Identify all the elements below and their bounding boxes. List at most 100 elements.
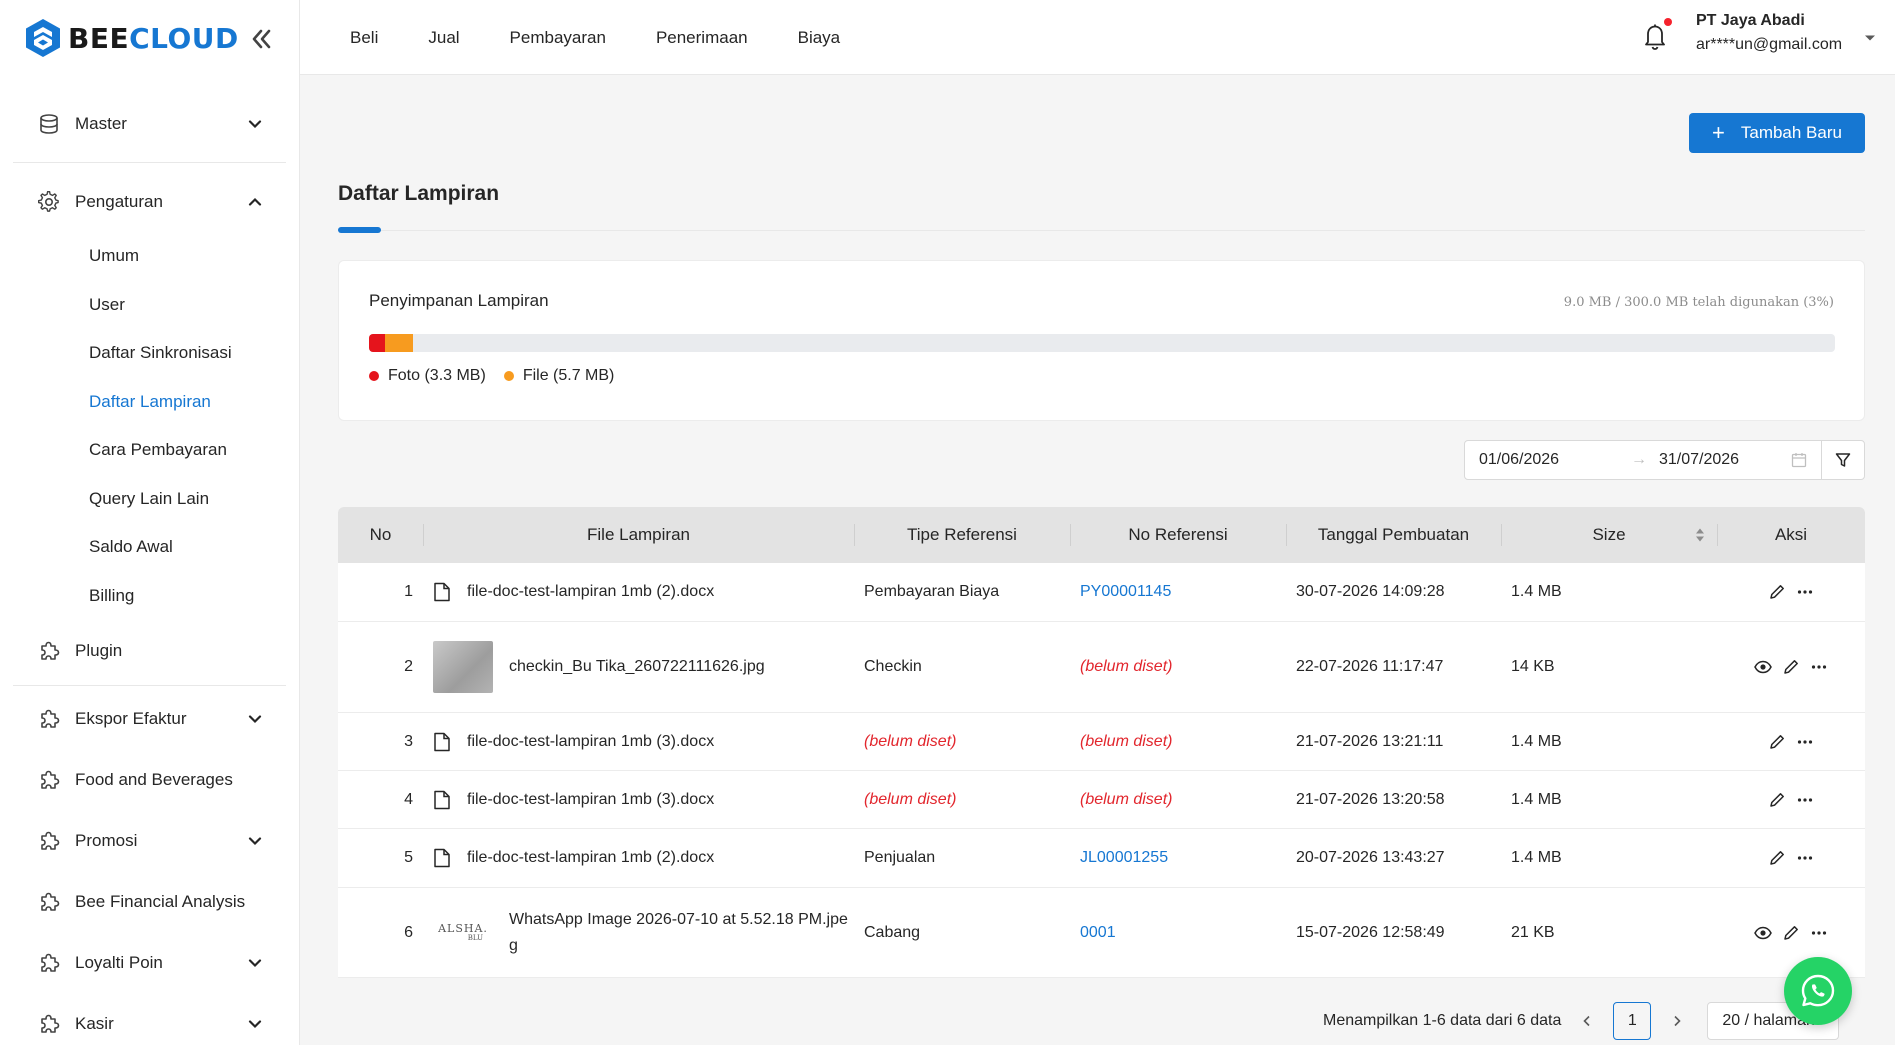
sidebar-subitem-saldo-awal[interactable]: Saldo Awal	[13, 523, 286, 572]
cell-size: 1.4 MB	[1511, 849, 1562, 866]
edit-icon[interactable]	[1768, 791, 1786, 809]
filter-button[interactable]	[1821, 440, 1865, 480]
sidebar-item-master[interactable]: Master	[13, 93, 286, 154]
topnav-beli[interactable]: Beli	[350, 28, 378, 48]
cell-tanggal: 21-07-2026 13:21:11	[1296, 732, 1444, 750]
cell-tanggal: 20-07-2026 13:43:27	[1296, 849, 1445, 866]
edit-icon[interactable]	[1768, 733, 1786, 751]
company-name: PT Jaya Abadi	[1696, 12, 1805, 29]
image-thumbnail[interactable]	[433, 641, 493, 693]
file-icon	[434, 790, 450, 809]
pagination: Menampilkan 1-6 data dari 6 data 1 20 / …	[1323, 1002, 1840, 1040]
more-icon[interactable]	[1796, 849, 1814, 867]
reference-unset: (belum diset)	[1080, 732, 1173, 750]
prev-page-icon[interactable]	[1575, 1009, 1599, 1033]
storage-progress-bar	[369, 334, 1835, 352]
sidebar-item-bee-financial-analysis[interactable]: Bee Financial Analysis	[13, 871, 286, 932]
brand-name: BEECLOUD	[68, 21, 239, 55]
sidebar-subitem-umum[interactable]: Umum	[13, 232, 286, 281]
whatsapp-icon	[1801, 974, 1835, 1007]
sidebar-item-ekspor-efaktur[interactable]: Ekspor Efaktur	[13, 688, 286, 749]
sidebar-item-plugin[interactable]: Plugin	[13, 620, 286, 681]
topnav-pembayaran[interactable]: Pembayaran	[510, 28, 606, 48]
user-menu[interactable]: PT Jaya Abadi ar****un@gmail.com	[1696, 12, 1842, 54]
caret-down-icon[interactable]	[1864, 34, 1876, 42]
reference-unset: (belum diset)	[1080, 658, 1173, 675]
sidebar-item-label: Food and Beverages	[75, 769, 233, 789]
sidebar-subitem-daftar-sinkronisasi[interactable]: Daftar Sinkronisasi	[13, 329, 286, 378]
reference-unset: (belum diset)	[1080, 790, 1173, 808]
col-tipe: Tipe Referensi	[854, 507, 1070, 563]
sidebar-item-promosi[interactable]: Promosi	[13, 810, 286, 871]
sidebar-subitem-query-lain-lain[interactable]: Query Lain Lain	[13, 475, 286, 524]
legend-dot-foto	[369, 371, 379, 381]
cell-size: 21 KB	[1511, 923, 1555, 941]
storage-title: Penyimpanan Lampiran	[369, 291, 549, 310]
edit-icon[interactable]	[1768, 583, 1786, 601]
reference-link[interactable]: 0001	[1080, 924, 1116, 942]
puzzle-icon	[37, 707, 61, 731]
whatsapp-chat-button[interactable]	[1784, 957, 1852, 1025]
reference-link[interactable]: PY00001145	[1080, 583, 1171, 601]
storage-usage: 9.0 MB / 300.0 MB telah digunakan (3%)	[1563, 295, 1834, 310]
more-icon[interactable]	[1796, 733, 1814, 751]
page-1-button[interactable]: 1	[1613, 1002, 1652, 1040]
edit-icon[interactable]	[1782, 658, 1800, 676]
sidebar-subitem-cara-pembayaran[interactable]: Cara Pembayaran	[13, 426, 286, 475]
end-date[interactable]: 31/07/2026	[1659, 451, 1789, 469]
start-date[interactable]: 01/06/2026	[1479, 451, 1611, 469]
eye-icon[interactable]	[1754, 924, 1772, 942]
legend-file: File (5.7 MB)	[503, 367, 614, 385]
legend-foto: Foto (3.3 MB)	[369, 367, 486, 385]
more-icon[interactable]	[1810, 658, 1828, 676]
title-divider	[338, 230, 1865, 231]
next-page-icon[interactable]	[1665, 1009, 1689, 1033]
cell-actions	[1717, 849, 1865, 867]
sidebar-subitem-user[interactable]: User	[13, 281, 286, 330]
filter-icon	[1835, 453, 1851, 467]
file-name: WhatsApp Image 2026-07-10 at 5.52.18 PM.…	[509, 910, 848, 954]
sidebar-item-loyalti-poin[interactable]: Loyalti Poin	[13, 932, 286, 993]
sidebar-subitem-daftar-lampiran[interactable]: Daftar Lampiran	[13, 378, 286, 427]
puzzle-icon	[37, 639, 61, 663]
image-thumbnail[interactable]: ALSHA. BLU	[433, 906, 493, 959]
thumbnail-logo-text: ALSHA.	[438, 921, 488, 935]
col-noref: No Referensi	[1070, 507, 1286, 563]
sidebar-item-pengaturan[interactable]: Pengaturan	[13, 171, 286, 232]
sidebar-item-food-and-beverages[interactable]: Food and Beverages	[13, 749, 286, 810]
table-row: 3 file-doc-test-lampiran 1mb (3).docx (b…	[338, 713, 1865, 771]
topnav-jual[interactable]: Jual	[428, 28, 459, 48]
topnav-biaya[interactable]: Biaya	[798, 28, 841, 48]
edit-icon[interactable]	[1768, 849, 1786, 867]
sidebar-subitem-billing[interactable]: Billing	[13, 572, 286, 621]
file-name: file-doc-test-lampiran 1mb (3).docx	[467, 732, 715, 750]
cell-file[interactable]: file-doc-test-lampiran 1mb (3).docx	[423, 790, 854, 810]
col-tanggal: Tanggal Pembuatan	[1286, 507, 1501, 563]
add-new-label: Tambah Baru	[1740, 123, 1842, 142]
chevron-down-icon	[248, 119, 262, 128]
more-icon[interactable]	[1796, 791, 1814, 809]
date-range-picker[interactable]: 01/06/2026 → 31/07/2026	[1464, 440, 1822, 480]
add-new-button[interactable]: + Tambah Baru	[1689, 113, 1865, 153]
eye-icon[interactable]	[1754, 658, 1772, 676]
topnav-penerimaan[interactable]: Penerimaan	[656, 28, 748, 48]
cell-file[interactable]: file-doc-test-lampiran 1mb (2).docx	[423, 582, 854, 602]
cell-file[interactable]: checkin_Bu Tika_260722111626.jpg	[423, 641, 854, 693]
sort-icon[interactable]	[1695, 527, 1705, 543]
cell-file[interactable]: file-doc-test-lampiran 1mb (2).docx	[423, 848, 854, 868]
active-tab-indicator	[338, 227, 381, 233]
more-icon[interactable]	[1810, 924, 1828, 942]
puzzle-icon	[37, 829, 61, 853]
collapse-sidebar-icon[interactable]	[248, 26, 274, 52]
cell-actions	[1717, 733, 1865, 751]
nav-group-pengaturan: Pengaturan Umum User Daftar Sinkronisasi…	[13, 163, 286, 686]
sidebar-item-kasir[interactable]: Kasir	[13, 993, 286, 1045]
cell-file[interactable]: file-doc-test-lampiran 1mb (3).docx	[423, 732, 854, 752]
col-size[interactable]: Size	[1501, 507, 1717, 563]
chevron-down-icon	[248, 1019, 262, 1028]
cell-file[interactable]: ALSHA. BLU WhatsApp Image 2026-07-10 at …	[423, 906, 854, 959]
sidebar-item-label: Bee Financial Analysis	[75, 891, 246, 911]
edit-icon[interactable]	[1782, 924, 1800, 942]
more-icon[interactable]	[1796, 583, 1814, 601]
reference-link[interactable]: JL00001255	[1080, 849, 1168, 867]
